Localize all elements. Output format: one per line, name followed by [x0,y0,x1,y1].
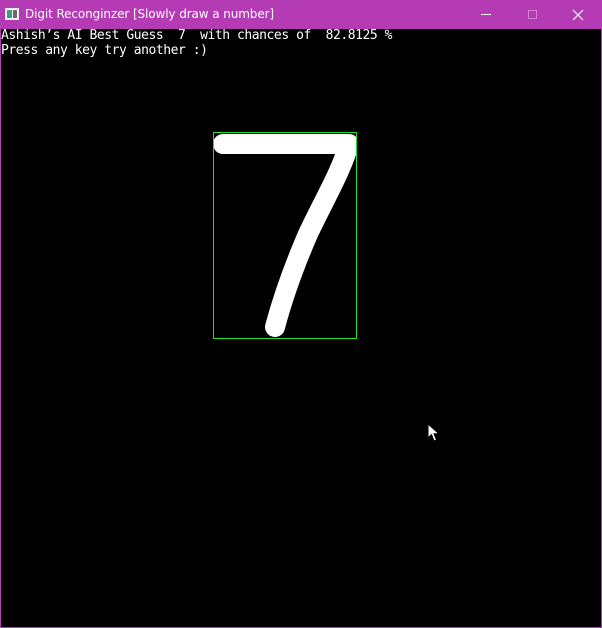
minimize-button[interactable] [463,0,509,29]
mouse-cursor-icon [427,423,441,442]
prediction-text: Ashish’s AI Best Guess 7 with chances of… [1,29,392,43]
title-bar[interactable]: Digit Reconginzer [Slowly draw a number] [0,0,602,29]
window-title: Digit Reconginzer [Slowly draw a number] [25,7,275,21]
digit-bounding-box [213,132,357,339]
app-window: Digit Reconginzer [Slowly draw a number]… [0,0,602,628]
instruction-text: Press any key try another :) [1,43,208,58]
close-icon [572,9,584,20]
close-button[interactable] [555,0,601,29]
app-icon[interactable] [5,8,19,20]
maximize-button[interactable] [509,0,555,29]
drawing-canvas[interactable]: Ashish’s AI Best Guess 7 with chances of… [1,29,601,627]
maximize-icon [527,10,537,19]
minimize-icon [481,14,491,15]
